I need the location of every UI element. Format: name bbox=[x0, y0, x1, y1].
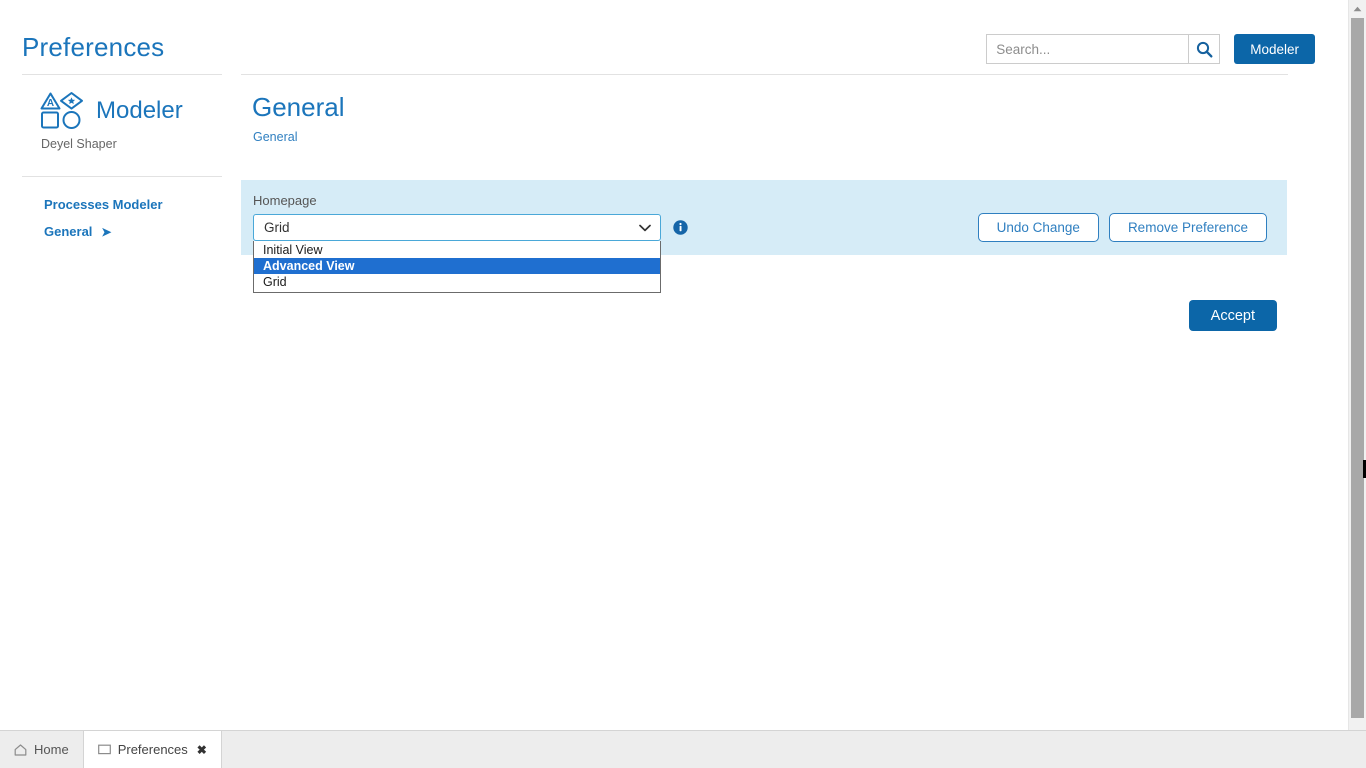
accept-button[interactable]: Accept bbox=[1189, 300, 1277, 331]
taskbar-tab-home[interactable]: Home bbox=[0, 731, 84, 768]
sidebar-item-general[interactable]: General ➤ bbox=[22, 218, 222, 245]
search-input[interactable] bbox=[986, 34, 1188, 64]
application-window: Preferences Modeler A bbox=[0, 0, 1366, 768]
brand-subtitle: Deyel Shaper bbox=[22, 131, 222, 151]
footer-actions: Accept bbox=[241, 300, 1287, 331]
content-header: General General bbox=[241, 74, 1288, 144]
remove-preference-button[interactable]: Remove Preference bbox=[1109, 213, 1267, 242]
modeler-button[interactable]: Modeler bbox=[1234, 34, 1315, 64]
page-title: Preferences bbox=[22, 32, 164, 63]
search-icon bbox=[1196, 41, 1213, 58]
close-icon[interactable]: ✖ bbox=[197, 743, 207, 757]
sidebar-item-label: General bbox=[44, 224, 92, 239]
sidebar-nav: Processes Modeler General ➤ bbox=[22, 177, 222, 245]
sidebar-item-label: Processes Modeler bbox=[44, 197, 163, 212]
taskbar-tab-label: Home bbox=[34, 742, 69, 757]
sidebar-item-processes-modeler[interactable]: Processes Modeler bbox=[22, 191, 222, 218]
info-circle-icon[interactable] bbox=[673, 220, 688, 235]
dropdown-option[interactable]: Initial View bbox=[254, 242, 660, 258]
scroll-up-button[interactable] bbox=[1349, 0, 1366, 17]
homepage-select-value: Grid bbox=[264, 220, 638, 235]
page-viewport: Preferences Modeler A bbox=[0, 0, 1348, 730]
window-icon bbox=[98, 744, 111, 755]
homepage-select-wrap: Grid Initial View Advanced View Grid bbox=[253, 214, 661, 241]
taskbar-tab-label: Preferences bbox=[118, 742, 188, 757]
search-group bbox=[986, 34, 1220, 64]
svg-text:A: A bbox=[47, 98, 54, 109]
homepage-label: Homepage bbox=[253, 193, 317, 208]
vertical-scrollbar[interactable] bbox=[1348, 0, 1366, 730]
preference-actions: Undo Change Remove Preference bbox=[978, 213, 1267, 242]
preference-panel: Homepage Grid Initial View Advanced View… bbox=[241, 180, 1287, 255]
brand-name: Modeler bbox=[96, 97, 183, 125]
search-button[interactable] bbox=[1188, 34, 1220, 64]
chevron-down-icon bbox=[638, 221, 652, 235]
taskbar: Home Preferences ✖ bbox=[0, 730, 1366, 768]
header-actions: Modeler bbox=[986, 34, 1315, 64]
homepage-select-dropdown[interactable]: Initial View Advanced View Grid bbox=[253, 241, 661, 293]
undo-change-button[interactable]: Undo Change bbox=[978, 213, 1099, 242]
homepage-select[interactable]: Grid bbox=[253, 214, 661, 241]
scrollbar-thumb[interactable] bbox=[1351, 18, 1364, 718]
content-title: General bbox=[241, 75, 1288, 123]
caret-up-icon bbox=[1353, 6, 1362, 12]
home-icon bbox=[14, 744, 27, 756]
taskbar-tab-preferences[interactable]: Preferences ✖ bbox=[84, 731, 222, 768]
sidebar: A Modeler Deyel Shaper Processes Modeler bbox=[22, 74, 222, 245]
shapes-logo-icon: A bbox=[40, 91, 86, 131]
dropdown-option[interactable]: Grid bbox=[254, 274, 660, 290]
chevron-right-icon: ➤ bbox=[101, 226, 111, 238]
breadcrumb: General bbox=[241, 123, 1288, 144]
brand: A Modeler bbox=[22, 75, 222, 131]
dropdown-option[interactable]: Advanced View bbox=[254, 258, 660, 274]
